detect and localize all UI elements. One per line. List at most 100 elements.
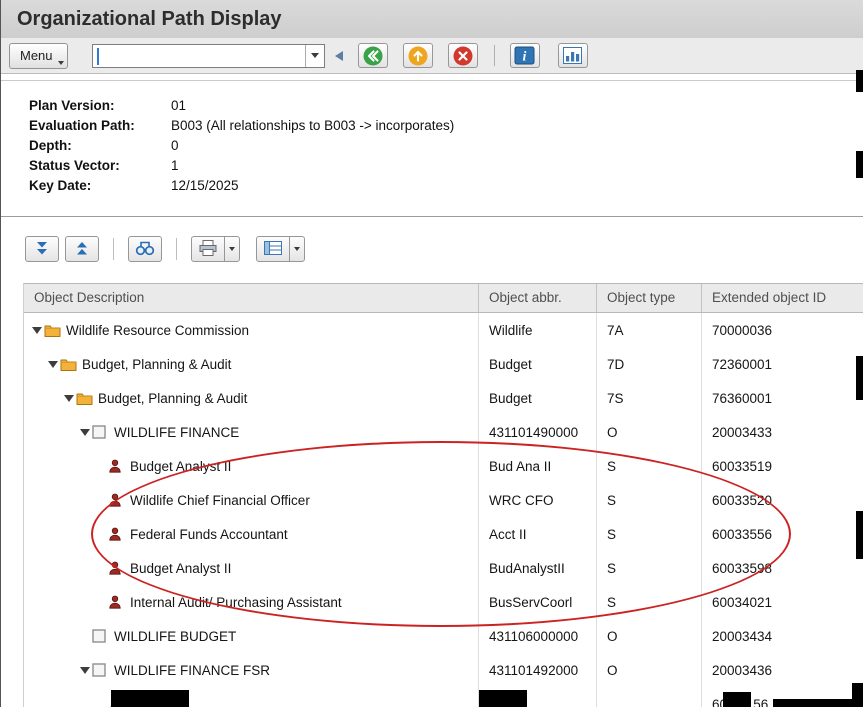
cancel-button[interactable] <box>448 43 478 68</box>
object-description[interactable]: Federal Funds Accountant <box>130 527 288 542</box>
command-input[interactable] <box>93 45 305 67</box>
tree-toolbar-separator <box>113 238 114 260</box>
table-row[interactable]: Wildlife Resource Commission Wildlife 7A… <box>24 313 863 347</box>
object-description[interactable]: Wildlife Chief Financial Officer <box>130 493 310 508</box>
table-row[interactable]: Budget, Planning & Audit Budget 7D 72360… <box>24 347 863 381</box>
cancel-icon <box>452 45 474 67</box>
table-row[interactable]: Budget Analyst II Bud Ana II S 60033519 <box>24 449 863 483</box>
menu-button[interactable]: Menu <box>9 43 68 69</box>
expander-icon[interactable] <box>62 395 76 402</box>
toolbar-separator <box>494 45 495 66</box>
chevron-down-icon <box>229 247 235 251</box>
object-description[interactable]: Budget Analyst II <box>130 459 231 474</box>
tree-indent <box>24 466 94 467</box>
table-row[interactable]: WILDLIFE BUDGET 431106000000 O 20003434 <box>24 619 863 653</box>
print-button[interactable] <box>191 236 225 262</box>
view-settings-button[interactable] <box>256 236 290 262</box>
column-header[interactable]: Object type <box>597 284 702 312</box>
description-cell: Budget Analyst II <box>24 551 479 585</box>
object-description[interactable]: Budget Analyst II <box>130 561 231 576</box>
table-row[interactable]: Federal Funds Accountant Acct II S 60033… <box>24 517 863 551</box>
description-cell: WILDLIFE BUDGET <box>24 619 479 653</box>
table-row[interactable]: WILDLIFE FINANCE FSR 431101492000 O 2000… <box>24 653 863 687</box>
description-cell: WILDLIFE FINANCE FSR <box>24 653 479 687</box>
object-description[interactable]: Budget, Planning & Audit <box>98 391 247 406</box>
object-description[interactable]: WILDLIFE FINANCE FSR <box>114 663 270 678</box>
binoculars-icon <box>135 239 155 259</box>
table-row[interactable]: Budget, Planning & Audit Budget 7S 76360… <box>24 381 863 415</box>
expand-all-button[interactable] <box>25 236 59 262</box>
table-body: Wildlife Resource Commission Wildlife 7A… <box>24 313 863 707</box>
title-bar: Organizational Path Display <box>1 0 863 38</box>
redaction-bar <box>856 511 863 559</box>
column-header[interactable]: Object Description <box>24 284 479 312</box>
folder-icon <box>76 392 95 405</box>
svg-text:i: i <box>523 50 527 65</box>
object-description[interactable]: Wildlife Resource Commission <box>66 323 249 338</box>
object-type: 7A <box>597 313 702 347</box>
info-icon: i <box>514 46 535 65</box>
menu-button-label: Menu <box>20 48 53 63</box>
tree-indent <box>24 704 94 705</box>
main-toolbar: Menu <box>1 38 863 74</box>
expand-all-icon <box>33 239 51 260</box>
object-abbr: Budget <box>479 347 597 381</box>
back-button[interactable] <box>358 43 388 68</box>
person-icon <box>108 527 127 541</box>
table-view-button[interactable] <box>558 43 588 68</box>
extended-object-id: 20003433 <box>702 415 863 449</box>
header-field-label: Key Date: <box>29 176 171 196</box>
extended-object-id: 60033598 <box>702 551 863 585</box>
org-tree-table: Object Description Object abbr. Object t… <box>23 283 863 707</box>
command-dropdown-button[interactable] <box>305 45 324 67</box>
table-row[interactable]: Internal Audit/ Purchasing Assistant Bus… <box>24 585 863 619</box>
description-cell: Budget, Planning & Audit <box>24 381 479 415</box>
object-abbr: 431101492000 <box>479 653 597 687</box>
extended-object-id: 20003434 <box>702 619 863 653</box>
description-cell: Budget Analyst II <box>24 449 479 483</box>
expander-icon[interactable] <box>78 429 92 436</box>
expander-icon[interactable] <box>30 327 44 334</box>
orgunit-icon <box>92 663 111 677</box>
object-description[interactable]: WILDLIFE FINANCE <box>114 425 239 440</box>
info-button[interactable]: i <box>510 43 540 68</box>
description-cell: Wildlife Resource Commission <box>24 313 479 347</box>
object-description[interactable]: Budget, Planning & Audit <box>82 357 231 372</box>
tree-toolbar-separator <box>176 238 177 260</box>
print-dropdown-button[interactable] <box>224 236 240 262</box>
header-field: Depth: 0 <box>29 136 863 156</box>
view-settings-dropdown-button[interactable] <box>289 236 305 262</box>
extended-object-id: 76360001 <box>702 381 863 415</box>
object-description[interactable]: WILDLIFE BUDGET <box>114 629 236 644</box>
expander-icon[interactable] <box>78 667 92 674</box>
command-field[interactable] <box>92 44 325 68</box>
chevron-down-icon <box>294 247 300 251</box>
collapse-all-icon <box>73 239 91 260</box>
redaction-bar <box>773 699 853 707</box>
tree-indent <box>24 364 46 365</box>
object-abbr: BusServCoorl <box>479 585 597 619</box>
collapse-panel-icon[interactable] <box>335 51 343 61</box>
expander-icon[interactable] <box>46 361 60 368</box>
extended-object-id: 60033556 <box>702 517 863 551</box>
object-description[interactable]: Internal Audit/ Purchasing Assistant <box>130 595 342 610</box>
header-field-label: Plan Version: <box>29 96 171 116</box>
object-type: O <box>597 619 702 653</box>
tree-indent <box>24 670 78 671</box>
table-header-row: Object Description Object abbr. Object t… <box>24 283 863 313</box>
table-row[interactable]: WILDLIFE FINANCE 431101490000 O 20003433 <box>24 415 863 449</box>
column-header[interactable]: Extended object ID <box>702 284 863 312</box>
table-row[interactable]: Wildlife Chief Financial Officer WRC CFO… <box>24 483 863 517</box>
exit-button[interactable] <box>403 43 433 68</box>
table-row[interactable]: Budget Analyst II BudAnalystII S 6003359… <box>24 551 863 585</box>
object-type: O <box>597 415 702 449</box>
collapse-all-button[interactable] <box>65 236 99 262</box>
redaction-bar <box>852 683 863 707</box>
column-header[interactable]: Object abbr. <box>479 284 597 312</box>
description-cell: Budget, Planning & Audit <box>24 347 479 381</box>
object-abbr: Bud Ana II <box>479 449 597 483</box>
find-button[interactable] <box>128 236 162 262</box>
header-field-label: Status Vector: <box>29 156 171 176</box>
tree-indent <box>24 534 94 535</box>
object-abbr: Acct II <box>479 517 597 551</box>
